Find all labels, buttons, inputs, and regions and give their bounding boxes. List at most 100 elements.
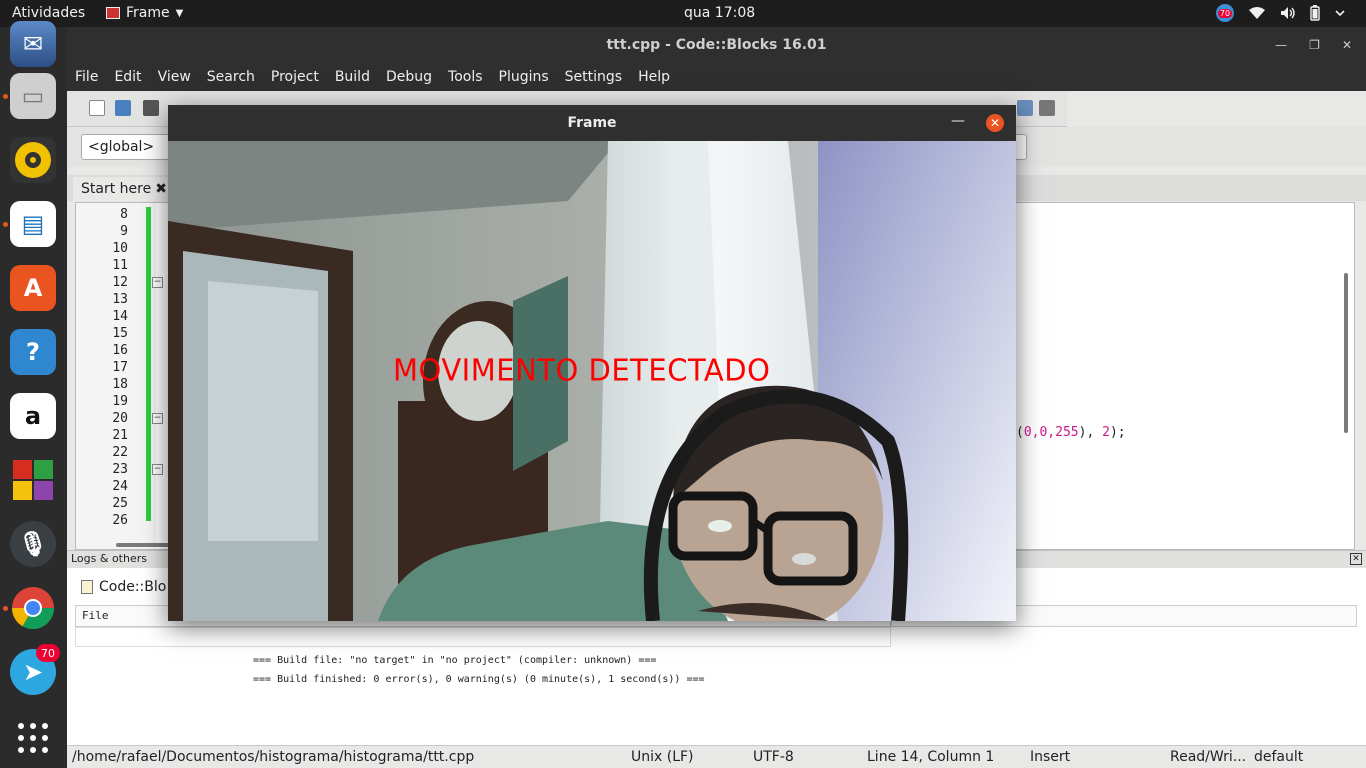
files-icon[interactable]: ▭ — [10, 73, 56, 119]
code-token-number: 0,0,255 — [1023, 425, 1079, 440]
line-number: 17 — [112, 360, 128, 375]
line-number: 15 — [112, 326, 128, 341]
status-bar: /home/rafael/Documentos/histograma/histo… — [67, 745, 1366, 768]
line-number: 12 — [112, 275, 128, 290]
line-number: 8 — [120, 207, 128, 222]
telegram-tray-icon[interactable]: 70 — [1216, 4, 1234, 22]
logs-panel-title: Logs & others — [71, 552, 147, 565]
menu-build[interactable]: Build — [327, 64, 378, 91]
menu-debug[interactable]: Debug — [378, 64, 440, 91]
amazon-icon[interactable]: a — [10, 393, 56, 439]
volume-icon[interactable] — [1280, 6, 1296, 20]
clock[interactable]: qua 17:08 — [684, 5, 755, 21]
menu-view[interactable]: View — [150, 64, 199, 91]
save-icon[interactable] — [143, 100, 159, 116]
line-number: 14 — [112, 309, 128, 324]
help-icon[interactable]: ? — [10, 329, 56, 375]
ubuntu-software-icon[interactable]: A — [10, 265, 56, 311]
line-number: 13 — [112, 292, 128, 307]
status-cursor-position: Line 14, Column 1 — [867, 749, 995, 765]
line-number: 25 — [112, 496, 128, 511]
open-file-icon[interactable] — [115, 100, 131, 116]
code-line[interactable]: (0,0,255), 2); — [1016, 425, 1126, 440]
code-token-number: 2 — [1102, 425, 1110, 440]
tab-label: Start here — [81, 181, 152, 197]
line-number: 19 — [112, 394, 128, 409]
thunderbird-icon[interactable]: ✉ — [10, 21, 56, 67]
line-number: 11 — [112, 258, 128, 273]
frame-title: Frame — [567, 115, 617, 131]
scope-select[interactable]: <global> — [81, 134, 173, 160]
status-insert-mode: Insert — [1030, 749, 1071, 765]
system-tray[interactable]: 70 — [1216, 4, 1346, 22]
fold-marker-icon[interactable]: − — [152, 277, 163, 288]
logs-tab-label: Code::Blo — [99, 579, 167, 595]
close-icon[interactable]: ✕ — [1342, 27, 1352, 64]
wifi-icon[interactable] — [1248, 6, 1266, 20]
line-number: 22 — [112, 445, 128, 460]
line-number: 21 — [112, 428, 128, 443]
close-icon[interactable]: ✕ — [986, 114, 1004, 132]
vertical-scrollbar[interactable] — [1344, 273, 1348, 433]
menu-plugins[interactable]: Plugins — [491, 64, 557, 91]
menu-search[interactable]: Search — [199, 64, 263, 91]
menu-file[interactable]: File — [67, 64, 106, 91]
line-number: 23 — [112, 462, 128, 477]
line-number: 18 — [112, 377, 128, 392]
minimize-icon[interactable]: — — [1275, 27, 1287, 64]
menu-settings[interactable]: Settings — [557, 64, 630, 91]
build-log-line: === Build file: "no target" in "no proje… — [253, 655, 657, 666]
battery-icon[interactable] — [1310, 5, 1320, 21]
app-menu-label: Frame — [126, 5, 170, 21]
minimize-icon[interactable]: — — [948, 111, 968, 131]
debug-window-icon[interactable] — [1017, 100, 1033, 116]
menu-edit[interactable]: Edit — [106, 64, 149, 91]
voice-recorder-icon[interactable]: 🎙 — [10, 521, 56, 567]
frame-window: Frame — ✕ MOVIMENTO DETECTADO — [168, 105, 1016, 621]
running-indicator — [3, 94, 8, 99]
menu-tools[interactable]: Tools — [440, 64, 491, 91]
close-icon[interactable]: ✕ — [1350, 553, 1362, 565]
running-indicator — [3, 606, 8, 611]
notepad-icon — [81, 580, 93, 594]
frame-app-icon — [106, 7, 120, 19]
webcam-image: MOVIMENTO DETECTADO — [168, 141, 1016, 621]
status-file-path: /home/rafael/Documentos/histograma/histo… — [72, 749, 475, 765]
status-encoding: UTF-8 — [753, 749, 794, 765]
chevron-down-icon[interactable] — [1334, 7, 1346, 19]
dock: ✉ ▭ ▤ A ? a 🎙 ➤ 70 — [0, 21, 67, 768]
app-menu[interactable]: Frame ▼ — [106, 5, 183, 21]
window-titlebar[interactable]: ttt.cpp - Code::Blocks 16.01 — ❐ ✕ — [67, 27, 1366, 64]
running-indicator — [3, 222, 8, 227]
table-row[interactable] — [75, 627, 891, 647]
maximize-icon[interactable]: ❐ — [1309, 27, 1320, 64]
code-token: ); — [1109, 425, 1126, 440]
telegram-badge: 70 — [36, 644, 60, 662]
fold-marker-icon[interactable]: − — [152, 413, 163, 424]
line-number: 20 — [112, 411, 128, 426]
libreoffice-writer-icon[interactable]: ▤ — [10, 201, 56, 247]
line-number: 16 — [112, 343, 128, 358]
new-file-icon[interactable] — [89, 100, 105, 116]
fold-marker-icon[interactable]: − — [152, 464, 163, 475]
rhythmbox-icon[interactable] — [10, 137, 56, 183]
line-number-gutter: 8 9 10 11 12 13 14 15 16 17 18 19 20 21 … — [76, 203, 163, 549]
close-icon[interactable]: ✖ — [155, 177, 167, 201]
status-access: Read/Wri... — [1170, 749, 1247, 765]
status-profile: default — [1254, 749, 1304, 765]
menu-bar: File Edit View Search Project Build Debu… — [67, 64, 1366, 91]
code-token: ), — [1078, 425, 1103, 440]
debug-info-icon[interactable] — [1039, 100, 1055, 116]
tab-start-here[interactable]: Start here ✖ — [73, 177, 175, 201]
chrome-icon[interactable] — [10, 585, 56, 631]
status-eol: Unix (LF) — [631, 749, 694, 765]
game-icon[interactable] — [10, 457, 56, 503]
top-bar: Atividades Frame ▼ qua 17:08 70 — [0, 0, 1366, 27]
menu-help[interactable]: Help — [630, 64, 678, 91]
menu-project[interactable]: Project — [263, 64, 327, 91]
tray-badge: 70 — [1217, 8, 1233, 18]
frame-titlebar[interactable]: Frame — [168, 105, 1016, 141]
show-applications-icon[interactable] — [10, 715, 56, 761]
logs-tab-codeblocks[interactable]: Code::Blo — [81, 579, 166, 595]
activities-button[interactable]: Atividades — [12, 5, 85, 21]
